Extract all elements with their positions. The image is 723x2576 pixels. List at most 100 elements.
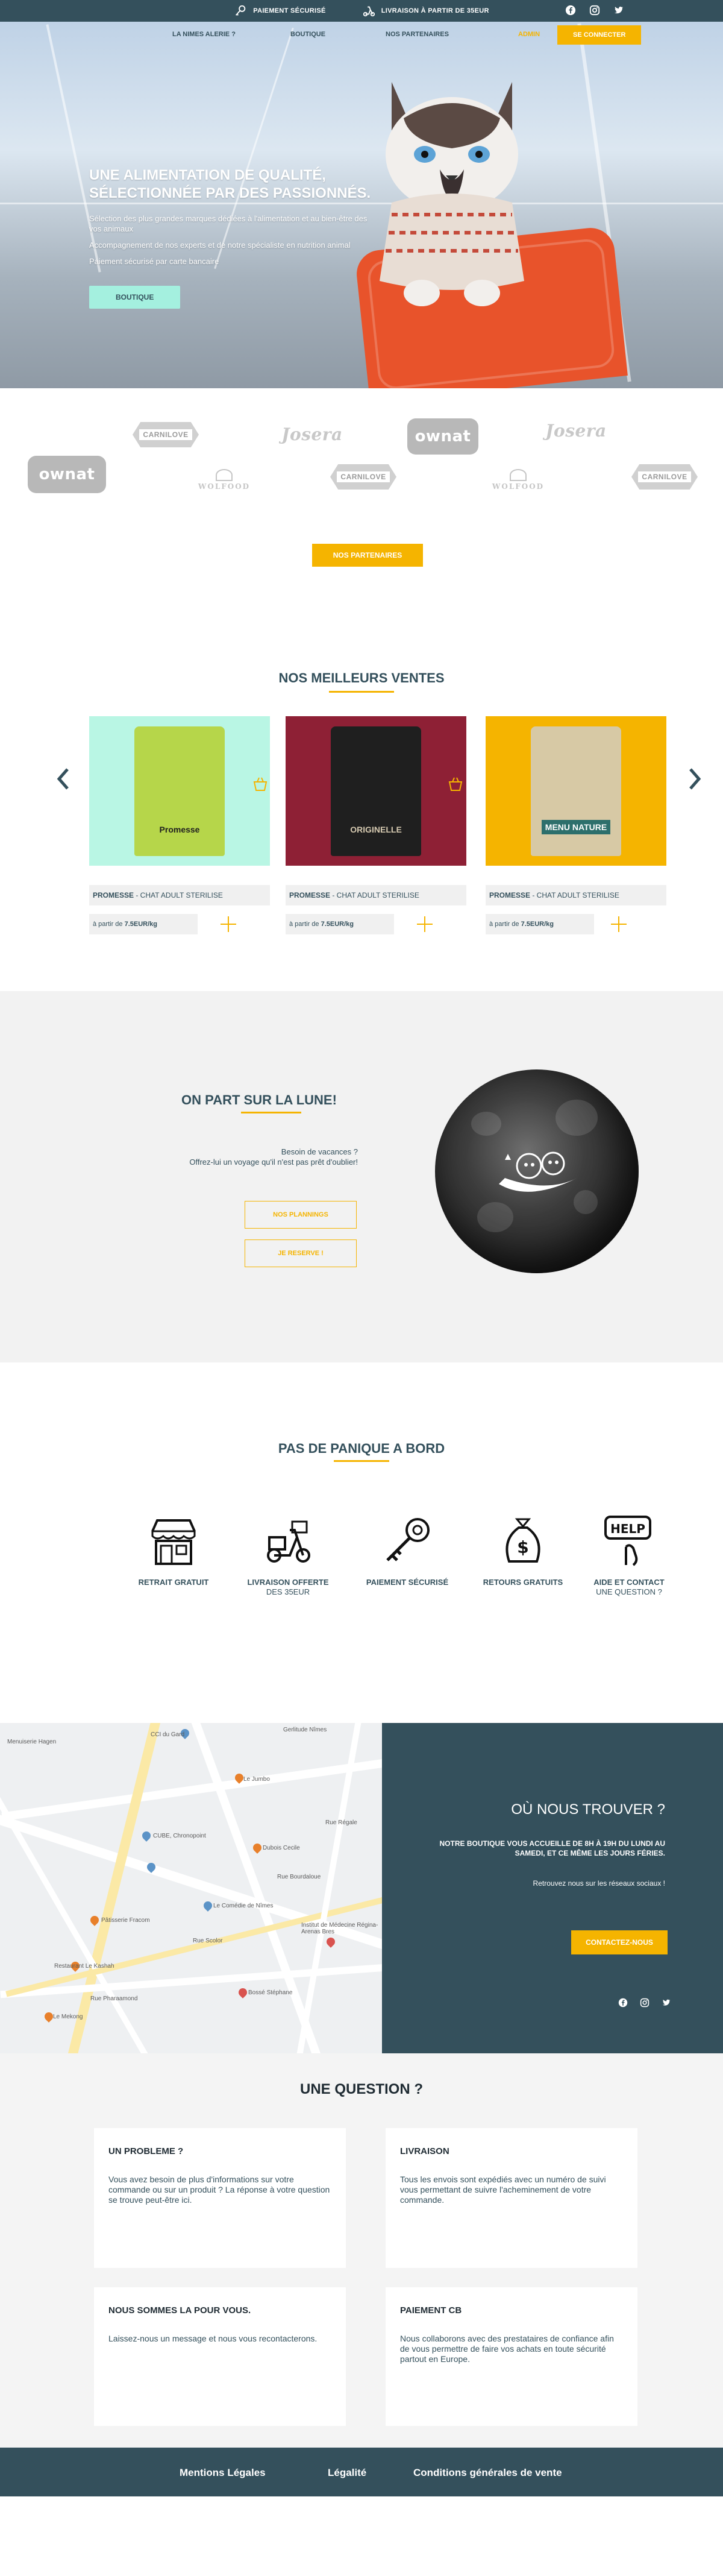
add-to-cart-plus-icon[interactable] <box>221 916 236 932</box>
partner-logo[interactable]: ownat <box>407 418 478 455</box>
footer: Mentions Légales Légalité Conditions gén… <box>0 2448 723 2496</box>
service-item[interactable]: RETRAIT GRATUIT <box>125 1513 222 1587</box>
faq-card-title: NOUS SOMMES LA POUR VOUS. <box>108 2305 251 2316</box>
svg-text:HELP: HELP <box>610 1522 645 1536</box>
partner-logo[interactable]: ownat <box>28 456 106 493</box>
footer-link-terms[interactable]: Conditions générales de vente <box>413 2467 562 2479</box>
map-label: Le Jumbo <box>243 1776 270 1783</box>
instagram-icon[interactable] <box>640 1998 649 2008</box>
partner-logo[interactable]: Josera <box>540 418 612 442</box>
service-title: RETOURS GRATUITS <box>483 1578 563 1587</box>
product-card-image[interactable]: ORIGINELLE <box>286 716 466 866</box>
carousel-prev-icon[interactable] <box>55 767 70 791</box>
faq-title: UNE QUESTION ? <box>299 2081 423 2097</box>
nav-partners[interactable]: NOS PARTENAIRES <box>386 31 449 38</box>
facebook-icon[interactable] <box>565 5 576 16</box>
add-to-cart-plus-icon[interactable] <box>611 916 627 932</box>
product-package: Promesse <box>134 726 225 856</box>
map[interactable]: CCI du Gard Gerlitude Nîmes Le Jumbo CUB… <box>0 1723 382 2053</box>
cat-illustration <box>380 82 524 306</box>
delivery-info: LIVRAISON À PARTIR DE 35EUR <box>362 4 489 17</box>
contact-button[interactable]: CONTACTEZ-NOUS <box>571 1930 668 1954</box>
service-subtitle: DES 35EUR <box>266 1587 310 1596</box>
map-label: Rue Bourdaloue <box>277 1874 321 1880</box>
partner-logo[interactable]: CARNILOVE <box>631 464 698 490</box>
plannings-button[interactable]: NOS PLANNINGS <box>245 1201 357 1229</box>
faq-card[interactable]: LIVRAISON Tous les envois sont expédiés … <box>386 2128 637 2268</box>
hero-section: UNE ALIMENTATION DE QUALITÉ, SÉLECTIONNÉ… <box>0 22 723 388</box>
partners-section: CARNILOVE Josera ownat Josera ownat WOLF… <box>0 388 723 653</box>
secure-payment-info: PAIEMENT SÉCURISÉ <box>234 4 325 17</box>
map-label: CCI du Gard <box>151 1731 185 1738</box>
faq-card-title: LIVRAISON <box>400 2146 449 2156</box>
login-button[interactable]: SE CONNECTER <box>557 25 642 45</box>
product-package-label: MENU NATURE <box>541 819 611 834</box>
location-section: CCI du Gard Gerlitude Nîmes Le Jumbo CUB… <box>0 1723 723 2053</box>
service-subtitle: UNE QUESTION ? <box>596 1587 662 1596</box>
product-name[interactable]: PROMESSE - CHAT ADULT STERILISE <box>89 885 270 905</box>
hero-content: UNE ALIMENTATION DE QUALITÉ, SÉLECTIONNÉ… <box>89 166 372 309</box>
product-package: ORIGINELLE <box>331 726 421 856</box>
product-card-image[interactable]: MENU NATURE <box>486 716 666 866</box>
map-label: Menuiserie Hagen <box>7 1739 57 1745</box>
faq-card-text: Laissez-nous un message et nous vous rec… <box>108 2334 318 2343</box>
product-price: à partir de 7.5EUR/kg <box>486 914 594 934</box>
faq-card[interactable]: NOUS SOMMES LA POUR VOUS. Laissez-nous u… <box>94 2287 346 2426</box>
map-label: Pâtisserie Fracom <box>101 1917 150 1924</box>
partner-logo[interactable]: CARNILOVE <box>330 464 396 490</box>
product-package-label: Promesse <box>159 824 200 834</box>
reserve-button[interactable]: JE RESERVE ! <box>245 1239 357 1267</box>
hero-text-1: Sélection des plus grandes marques dédié… <box>89 214 368 233</box>
nav-shop[interactable]: BOUTIQUE <box>290 31 325 38</box>
twitter-icon[interactable] <box>662 1998 671 2008</box>
product-card-image[interactable]: Promesse <box>89 716 270 866</box>
facebook-icon[interactable] <box>618 1998 628 2008</box>
faq-card-text: Tous les envois sont expédiés avec un nu… <box>400 2174 606 2205</box>
moon-text-line-2: Offrez-lui un voyage qu'il n'est pas prê… <box>189 1157 358 1167</box>
service-title: RETRAIT GRATUIT <box>138 1578 209 1587</box>
service-item[interactable]: PAIEMENT SÉCURISÉ <box>359 1513 455 1587</box>
partners-button[interactable]: NOS PARTENAIRES <box>312 544 423 567</box>
hero-shop-button[interactable]: BOUTIQUE <box>89 286 181 309</box>
partner-logo[interactable]: Josera <box>276 422 348 446</box>
socials-invite: Retrouvez nous sur les réseaux sociaux ! <box>533 1879 665 1888</box>
basket-icon[interactable] <box>252 775 269 792</box>
moon-illustration <box>435 1069 639 1273</box>
faq-card-title: PAIEMENT CB <box>400 2305 462 2316</box>
instagram-icon[interactable] <box>589 5 600 16</box>
secure-payment-label: PAIEMENT SÉCURISÉ <box>253 7 326 14</box>
key-icon <box>386 1518 430 1561</box>
footer-link-legality[interactable]: Légalité <box>328 2467 366 2479</box>
nav-alert[interactable]: LA NIMES ALERIE ? <box>172 31 236 38</box>
service-item[interactable]: $ RETOURS GRATUITS <box>475 1513 571 1587</box>
title-underline <box>334 1460 389 1462</box>
add-to-cart-plus-icon[interactable] <box>417 916 433 932</box>
carousel-next-icon[interactable] <box>688 767 703 791</box>
moon-text: Besoin de vacances ? Offrez-lui un voyag… <box>108 1147 358 1167</box>
product-name[interactable]: PROMESSE - CHAT ADULT STERILISE <box>486 885 666 905</box>
shop-icon <box>151 1519 196 1565</box>
map-label: Rue Scolor <box>193 1938 223 1944</box>
nav-admin[interactable]: ADMIN <box>518 31 540 38</box>
map-label: Institut de Médecine Régina-Arenas Bres <box>301 1922 378 1935</box>
location-socials <box>618 1998 671 2008</box>
faq-card[interactable]: PAIEMENT CB Nous collaborons avec des pr… <box>386 2287 637 2426</box>
basket-icon[interactable] <box>447 775 464 792</box>
faq-card[interactable]: UN PROBLEME ? Vous avez besoin de plus d… <box>94 2128 346 2268</box>
map-label: Rue Pharaamond <box>90 1995 138 2002</box>
service-item[interactable]: HELP AIDE ET CONTACT UNE QUESTION ? <box>581 1513 677 1597</box>
twitter-icon[interactable] <box>613 5 624 16</box>
service-item[interactable]: LIVRAISON OFFERTE DES 35EUR <box>240 1513 336 1597</box>
product-name[interactable]: PROMESSE - CHAT ADULT STERILISE <box>286 885 466 905</box>
map-label: Le Comédie de Nîmes <box>213 1903 274 1909</box>
footer-link-legal-notice[interactable]: Mentions Légales <box>180 2467 266 2479</box>
partner-logo[interactable]: CARNILOVE <box>133 422 199 447</box>
map-label: Le Mekong <box>53 2014 83 2020</box>
map-label: Dubois Cecile <box>263 1845 300 1851</box>
product-price: à partir de 7.5EUR/kg <box>286 914 394 934</box>
partner-logo[interactable]: WOLFOOD <box>488 468 548 492</box>
opening-hours: NOTRE BOUTIQUE VOUS ACCUEILLE DE 8H À 19… <box>439 1839 665 1857</box>
partner-logo[interactable]: WOLFOOD <box>194 468 254 492</box>
main-nav: LA NIMES ALERIE ? BOUTIQUE NOS PARTENAIR… <box>0 22 723 48</box>
top-socials <box>565 5 624 16</box>
